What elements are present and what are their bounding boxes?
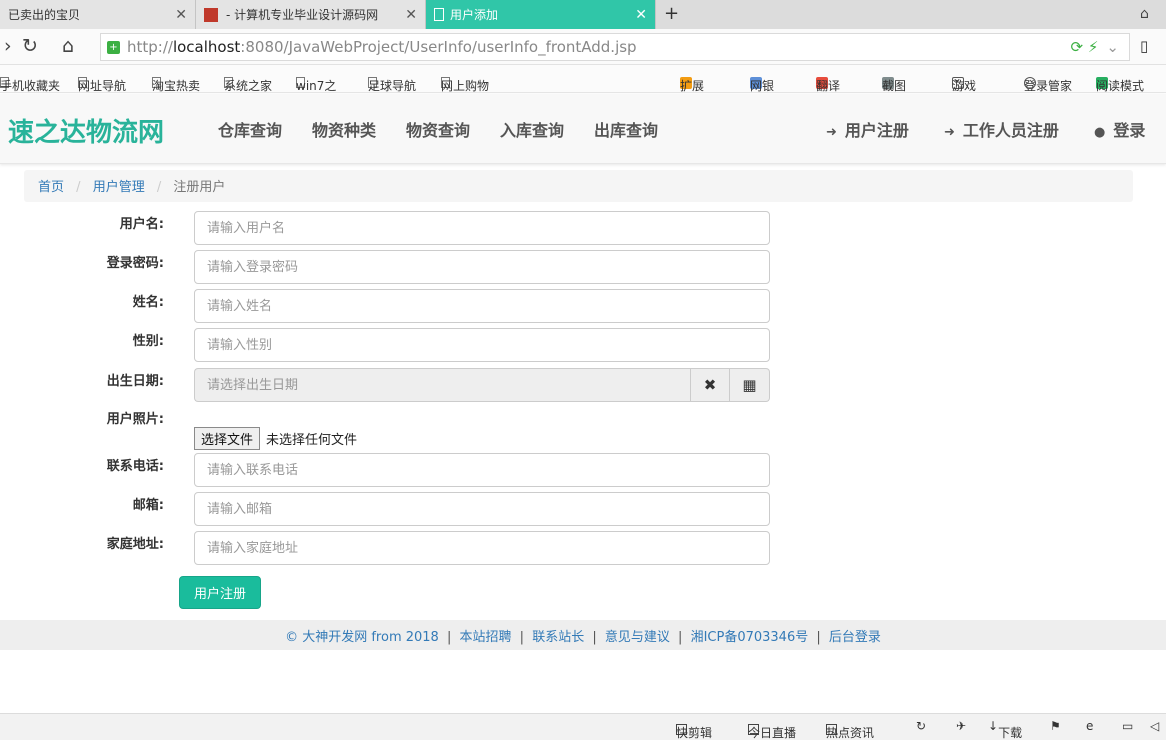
tab-label: - 计算机专业毕业设计源码网 xyxy=(226,8,379,22)
bookmarks-bar: 手机收藏夹 网址导航 淘宝热卖 系统之家 win7之 足球导航 网上购物 扩展 … xyxy=(0,65,1166,93)
password-label: 登录密码: xyxy=(106,256,164,271)
clear-icon[interactable]: ✖ xyxy=(690,368,730,402)
translate-button[interactable]: 翻译 ⌄ xyxy=(816,71,840,93)
bank-button[interactable]: 网银 ⌄ xyxy=(750,71,774,93)
nav-staff-register[interactable]: ➜ 工作人员注册 xyxy=(944,117,1059,141)
window-icon[interactable]: ▭ xyxy=(1122,719,1133,733)
username-label: 用户名: xyxy=(119,217,164,232)
browser-tab-bar: 已卖出的宝贝 ✕ - 计算机专业毕业设计源码网 ✕ 用户添加 ✕ + ⌂ xyxy=(0,0,1166,29)
gender-input[interactable] xyxy=(194,328,770,362)
sign-in-icon: ➜ xyxy=(826,125,837,140)
browser-status-bar: 快剪辑 今日直播 热点资讯 ↻ ✈ ↓ 下载 ⚑ e ▭ ◁ xyxy=(0,713,1166,740)
breadcrumb: 首页 / 用户管理 / 注册用户 xyxy=(24,170,1133,202)
close-icon[interactable]: ✕ xyxy=(175,7,187,23)
footer-link-icp[interactable]: 湘ICP备0703346号 xyxy=(691,630,809,645)
nav-material-category[interactable]: 物资种类 xyxy=(312,117,376,141)
tab-source-site[interactable]: - 计算机专业毕业设计源码网 ✕ xyxy=(196,0,426,29)
games-button[interactable]: 游戏 ⌄ xyxy=(952,71,976,93)
close-icon[interactable]: ✕ xyxy=(635,7,647,23)
breadcrumb-separator: / xyxy=(156,180,162,195)
choose-file-button[interactable]: 选择文件 xyxy=(194,427,261,450)
password-input[interactable] xyxy=(194,250,770,284)
address-label: 家庭地址: xyxy=(106,537,164,552)
reload-icon[interactable]: ↻ xyxy=(22,35,38,57)
tab-label: 用户添加 xyxy=(450,8,499,22)
address-bar: › ↻ ⌂ + http://localhost:8080/JavaWebPro… xyxy=(0,29,1166,65)
home-icon[interactable]: ⌂ xyxy=(62,35,74,57)
breadcrumb-separator: / xyxy=(76,180,81,195)
refresh-icon[interactable]: ↻ xyxy=(916,719,926,733)
tab-label: 已卖出的宝贝 xyxy=(8,8,81,22)
birthday-label: 出生日期: xyxy=(106,374,164,389)
new-tab-icon[interactable]: + xyxy=(664,3,679,24)
address-input[interactable] xyxy=(194,531,770,565)
menu-icon[interactable]: ▯ xyxy=(1140,37,1148,55)
breadcrumb-user-management[interactable]: 用户管理 xyxy=(93,180,145,195)
footer-link-contact[interactable]: 联系站长 xyxy=(532,630,584,645)
nav-outbound-query[interactable]: 出库查询 xyxy=(594,117,658,141)
user-register-button[interactable]: 用户注册 xyxy=(179,576,261,609)
site-footer: © 大神开发网 from 2018 | 本站招聘 | 联系站长 | 意见与建议 … xyxy=(0,620,1166,650)
url-text: http://localhost:8080/JavaWebProject/Use… xyxy=(127,38,637,56)
favicon-icon xyxy=(204,7,218,22)
nav-user-register[interactable]: ➜ 用户注册 xyxy=(826,117,909,141)
nav-inbound-query[interactable]: 入库查询 xyxy=(500,117,564,141)
nav-login[interactable]: ● 登录 xyxy=(1094,117,1145,141)
sound-icon[interactable]: ◁ xyxy=(1150,719,1159,733)
photo-file-input: 选择文件 未选择任何文件 xyxy=(194,427,357,450)
phone-input[interactable] xyxy=(194,453,770,487)
nav-warehouse-query[interactable]: 仓库查询 xyxy=(218,117,282,141)
tab-sold-items[interactable]: 已卖出的宝贝 ✕ xyxy=(0,0,196,29)
site-brand[interactable]: 速之达物流网 xyxy=(8,112,164,149)
photo-label: 用户照片: xyxy=(106,412,164,427)
screenshot-button[interactable]: 截图 ⌄ xyxy=(882,71,906,93)
nav-material-query[interactable]: 物资查询 xyxy=(406,117,470,141)
ie-icon[interactable]: e xyxy=(1086,719,1093,733)
download-button[interactable]: ↓ 下载 xyxy=(988,719,1022,740)
extensions-button[interactable]: 扩展 ⌄ xyxy=(680,71,704,93)
breadcrumb-current: 注册用户 xyxy=(173,180,226,195)
name-label: 姓名: xyxy=(132,295,164,310)
dropdown-icon: ⌄ xyxy=(1106,38,1119,56)
url-field[interactable]: + http://localhost:8080/JavaWebProject/U… xyxy=(100,33,1130,61)
username-input[interactable] xyxy=(194,211,770,245)
birthday-input[interactable] xyxy=(194,368,690,402)
calendar-icon[interactable]: ▦ xyxy=(730,368,770,402)
email-input[interactable] xyxy=(194,492,770,526)
phone-label: 联系电话: xyxy=(106,459,164,474)
tools-icon[interactable]: ✈ xyxy=(956,719,966,733)
gender-label: 性别: xyxy=(132,334,164,349)
speed-icon[interactable]: ⟳ ⚡ ⌄ xyxy=(1071,38,1119,56)
file-status: 未选择任何文件 xyxy=(266,433,358,448)
tab-user-add[interactable]: 用户添加 ✕ xyxy=(426,0,656,29)
footer-link-admin-login[interactable]: 后台登录 xyxy=(829,630,881,645)
sign-in-icon: ➜ xyxy=(944,125,955,140)
shield-icon: + xyxy=(107,40,120,54)
footer-copyright: © 大神开发网 from 2018 xyxy=(285,630,439,645)
breadcrumb-home[interactable]: 首页 xyxy=(38,180,64,195)
shirt-icon[interactable]: ⌂ xyxy=(1140,6,1149,22)
user-icon: ● xyxy=(1094,125,1106,140)
close-icon[interactable]: ✕ xyxy=(405,7,417,23)
email-label: 邮箱: xyxy=(132,498,164,513)
flag-icon[interactable]: ⚑ xyxy=(1050,719,1061,733)
birthday-input-group: ✖ ▦ xyxy=(194,368,770,402)
back-icon[interactable]: › xyxy=(4,35,12,57)
site-navbar: 速之达物流网 仓库查询 物资种类 物资查询 入库查询 出库查询 ➜ 用户注册 ➜ 工… xyxy=(0,94,1166,164)
name-input[interactable] xyxy=(194,289,770,323)
page-icon xyxy=(434,8,444,21)
footer-link-feedback[interactable]: 意见与建议 xyxy=(605,630,670,645)
footer-link-jobs[interactable]: 本站招聘 xyxy=(460,630,512,645)
